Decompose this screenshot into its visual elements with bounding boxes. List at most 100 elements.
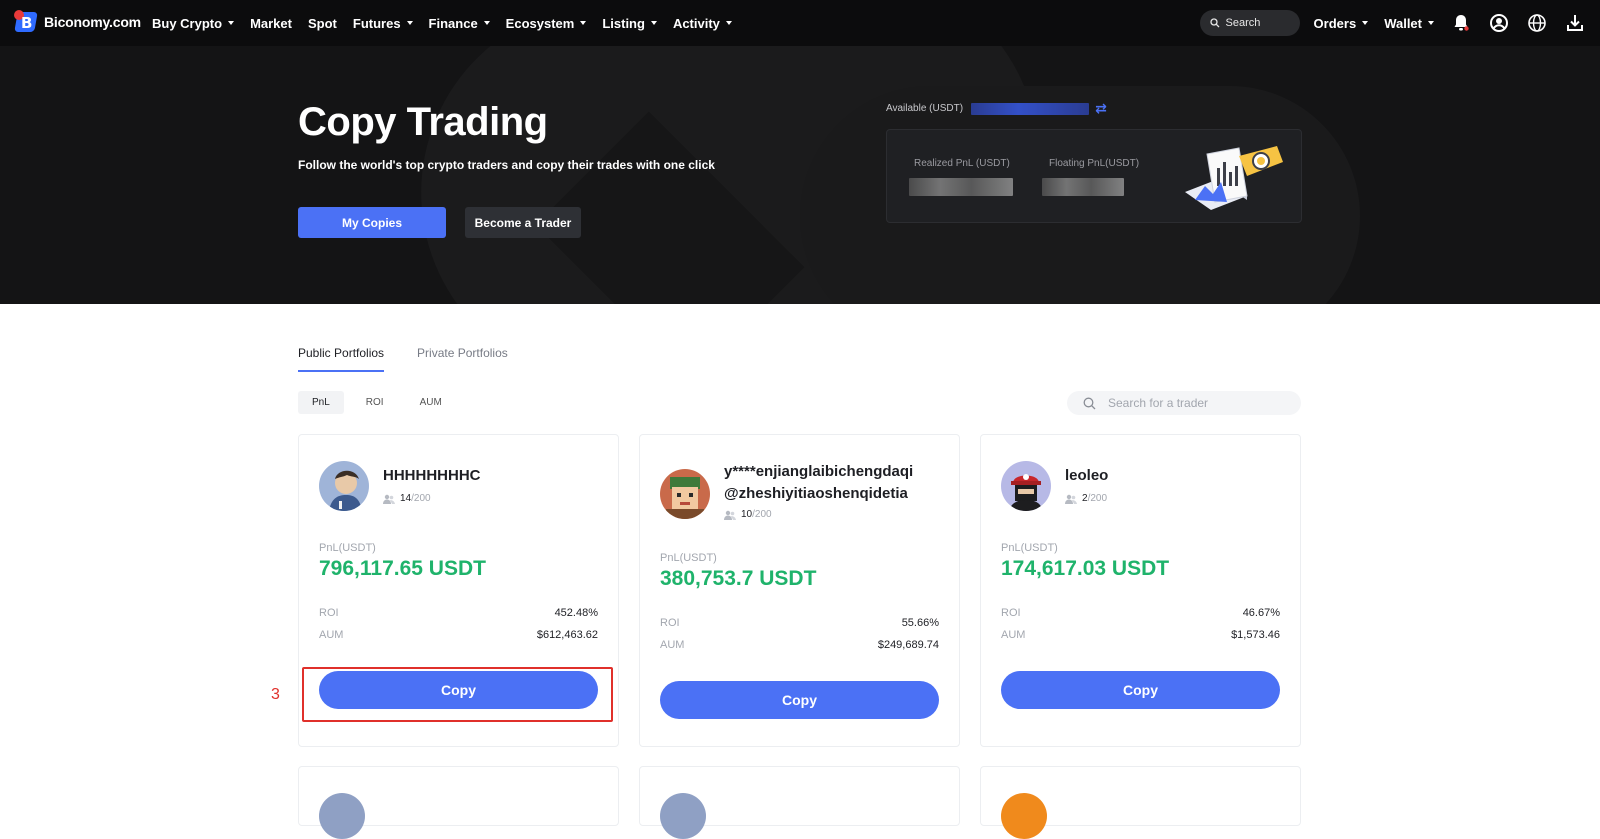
followers-count: 14/200	[383, 493, 431, 504]
copy-button[interactable]: Copy	[1001, 671, 1280, 709]
logo-text: Biconomy.com	[44, 14, 141, 30]
trader-card: y****enjianglaibichengdaqi @zheshiyitiao…	[639, 434, 960, 747]
annotation-step-number: 3	[271, 686, 280, 703]
filter-pnl[interactable]: PnL	[298, 391, 344, 414]
avatar	[1001, 793, 1047, 839]
followers-max: /200	[752, 509, 772, 520]
hero-banner: Copy Trading Follow the world's top cryp…	[0, 46, 1600, 304]
search-icon	[1083, 397, 1096, 409]
my-copies-button[interactable]: My Copies	[298, 207, 446, 238]
menu-listing[interactable]: Listing	[602, 16, 657, 31]
nav-right: Search Orders Wallet	[1199, 0, 1586, 46]
aum-label: AUM	[319, 629, 344, 641]
aum-value: $249,689.74	[877, 639, 939, 651]
chevron-down-icon	[1362, 21, 1369, 25]
top-navbar: B Biconomy.com Buy Crypto Market Spot Fu…	[0, 0, 1600, 46]
floating-pnl-label: Floating PnL(USDT)	[1049, 158, 1140, 169]
chevron-down-icon	[1428, 21, 1434, 25]
avatar	[319, 461, 369, 511]
chevron-down-icon	[483, 21, 490, 25]
menu-market[interactable]: Market	[250, 16, 292, 31]
pnl-label: PnL(USDT)	[660, 552, 717, 564]
aum-label: AUM	[660, 639, 685, 651]
aum-value: $612,463.62	[536, 629, 598, 641]
page-subtitle: Follow the world's top crypto traders an…	[298, 158, 715, 172]
page-title: Copy Trading	[298, 100, 548, 144]
chevron-down-icon	[725, 21, 732, 25]
portfolio-tabs: Public Portfolios Private Portfolios	[298, 346, 541, 372]
available-label: Available (USDT)	[886, 103, 964, 114]
chevron-down-icon	[580, 21, 587, 25]
users-icon	[1065, 494, 1077, 504]
menu-orders[interactable]: Orders	[1314, 16, 1369, 31]
avatar	[660, 793, 706, 839]
bell-icon[interactable]	[1450, 12, 1472, 34]
roi-row: ROI 55.66%	[660, 617, 939, 629]
menu-wallet[interactable]: Wallet	[1384, 16, 1434, 31]
user-icon[interactable]	[1488, 12, 1510, 34]
search-icon	[1209, 18, 1220, 28]
chevron-down-icon	[406, 21, 413, 25]
masked-balance	[971, 102, 1090, 115]
menu-activity[interactable]: Activity	[673, 16, 732, 31]
pnl-label: PnL(USDT)	[319, 542, 376, 554]
trader-search-placeholder: Search for a trader	[1108, 396, 1209, 410]
tab-private-portfolios[interactable]: Private Portfolios	[417, 346, 508, 372]
roi-row: ROI 46.67%	[1001, 607, 1280, 619]
menu-finance[interactable]: Finance	[429, 16, 490, 31]
pnl-label: PnL(USDT)	[1001, 542, 1058, 554]
logo[interactable]: B Biconomy.com	[14, 10, 141, 34]
followers-current: 14	[400, 493, 412, 504]
roi-label: ROI	[319, 607, 339, 619]
nav-search-input[interactable]: Search	[1199, 10, 1300, 36]
download-icon[interactable]	[1564, 12, 1586, 34]
available-balance: Available (USDT) ⇄	[886, 100, 1107, 117]
roi-value: 46.67%	[1242, 607, 1280, 619]
realized-pnl-label: Realized PnL (USDT)	[914, 158, 1010, 169]
trader-card	[980, 766, 1301, 839]
masked-realized-pnl	[909, 178, 1013, 196]
become-trader-button[interactable]: Become a Trader	[465, 207, 581, 238]
roi-label: ROI	[660, 617, 680, 629]
trader-card: leoleo 2/200 PnL(USDT) 174,617.03 USDT R…	[980, 434, 1301, 747]
menu-futures[interactable]: Futures	[353, 16, 413, 31]
menu-buy-crypto[interactable]: Buy Crypto	[152, 16, 235, 31]
filter-aum[interactable]: AUM	[406, 391, 456, 414]
users-icon	[724, 510, 736, 520]
pnl-value: 174,617.03 USDT	[1001, 557, 1170, 580]
pnl-value: 796,117.65 USDT	[319, 557, 486, 580]
trader-name[interactable]: leoleo	[1065, 465, 1108, 487]
nav-search-label: Search	[1225, 17, 1261, 29]
roi-value: 452.48%	[554, 607, 598, 619]
trader-name[interactable]: HHHHHHHHC	[383, 465, 481, 487]
menu-spot[interactable]: Spot	[308, 16, 337, 31]
chevron-down-icon	[228, 21, 235, 25]
aum-value: $1,573.46	[1231, 629, 1280, 641]
followers-count: 10/200	[724, 509, 772, 520]
transfer-icon[interactable]: ⇄	[1095, 100, 1107, 117]
trader-name-line1[interactable]: y****enjianglaibichengdaqi	[724, 461, 913, 483]
globe-icon[interactable]	[1526, 12, 1548, 34]
avatar	[1001, 461, 1051, 511]
roi-row: ROI 452.48%	[319, 607, 598, 619]
copy-button[interactable]: Copy	[660, 681, 939, 719]
chevron-down-icon	[650, 21, 657, 25]
menu-ecosystem[interactable]: Ecosystem	[506, 16, 587, 31]
phone-chart-illustration	[1185, 146, 1283, 210]
followers-count: 2/200	[1065, 493, 1107, 504]
aum-row: AUM $612,463.62	[319, 629, 598, 641]
followers-max: /200	[411, 493, 431, 504]
roi-label: ROI	[1001, 607, 1021, 619]
roi-value: 55.66%	[901, 617, 939, 629]
trader-name-line2[interactable]: @zheshiyitiaoshenqidetia	[724, 483, 908, 505]
trader-card	[639, 766, 960, 839]
users-icon	[383, 494, 395, 504]
trader-search-input[interactable]: Search for a trader	[1067, 391, 1301, 415]
pnl-summary-card: Realized PnL (USDT) Floating PnL(USDT)	[886, 129, 1302, 223]
aum-row: AUM $1,573.46	[1001, 629, 1280, 641]
tab-public-portfolios[interactable]: Public Portfolios	[298, 346, 385, 372]
followers-current: 10	[741, 509, 753, 520]
filter-roi[interactable]: ROI	[352, 391, 398, 414]
main-menu: Buy Crypto Market Spot Futures Finance E…	[152, 0, 748, 46]
avatar	[660, 469, 710, 519]
